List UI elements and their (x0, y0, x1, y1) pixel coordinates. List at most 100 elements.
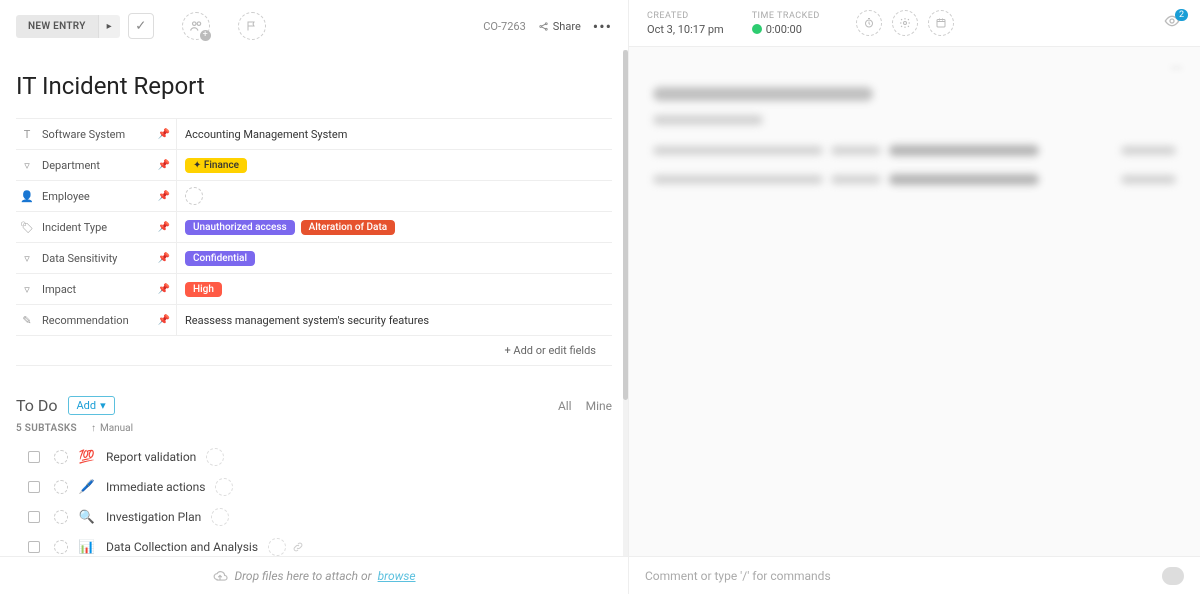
flag-icon[interactable] (238, 12, 266, 40)
share-button[interactable]: Share (538, 20, 581, 33)
subtask-emoji: 🔍 (78, 510, 96, 525)
subtask-checkbox[interactable] (28, 511, 40, 523)
tag-pill[interactable]: ✦ Finance (185, 158, 247, 173)
subtask-name[interactable]: Immediate actions (106, 480, 205, 494)
field-label: 🏷Incident Type📌 (16, 221, 176, 234)
chevron-down-icon: ▾ (100, 399, 106, 412)
new-entry-button[interactable]: NEW ENTRY (16, 15, 98, 38)
status-icon[interactable] (54, 510, 68, 524)
subtask-checkbox[interactable] (28, 481, 40, 493)
field-type-icon: T (20, 128, 34, 141)
custom-fields: TSoftware System📌Accounting Management S… (16, 118, 612, 336)
assignee-placeholder-icon[interactable] (206, 448, 224, 466)
field-value[interactable]: Accounting Management System (176, 119, 612, 149)
pin-icon[interactable]: 📌 (158, 160, 170, 171)
drop-text: Drop files here to attach or (234, 569, 371, 583)
subtask-row[interactable]: 🔍 Investigation Plan (16, 502, 612, 532)
browse-link[interactable]: browse (378, 569, 416, 583)
filter-mine[interactable]: Mine (586, 399, 612, 413)
filter-all[interactable]: All (558, 399, 572, 413)
add-label: Add (77, 399, 97, 412)
timer-icon[interactable] (856, 10, 882, 36)
field-row[interactable]: ▿Data Sensitivity📌 Confidential (16, 243, 612, 274)
share-icon (538, 21, 549, 32)
sort-icon: ↑ (91, 423, 96, 434)
status-icon[interactable] (54, 450, 68, 464)
field-type-icon: 🏷 (20, 221, 34, 234)
activity-panel (629, 47, 1200, 594)
tag-pill[interactable]: Unauthorized access (185, 220, 295, 235)
assignee-add-icon[interactable]: + (182, 12, 210, 40)
attachment-dropzone[interactable]: Drop files here to attach or browse (0, 556, 628, 594)
page-title[interactable]: IT Incident Report (0, 52, 628, 118)
new-entry-dropdown[interactable]: ▸ (98, 15, 120, 38)
status-icon[interactable] (54, 480, 68, 494)
subtask-checkbox[interactable] (28, 541, 40, 553)
comment-input[interactable]: Comment or type '/' for commands (645, 569, 831, 583)
subtask-row[interactable]: 🖊️ Immediate actions (16, 472, 612, 502)
cloud-upload-icon (212, 569, 228, 583)
field-type-icon: 👤 (20, 190, 34, 203)
time-tracked-value: 0:00:00 (766, 23, 802, 36)
pin-icon[interactable]: 📌 (158, 191, 170, 202)
field-value[interactable]: Reassess management system's security fe… (176, 305, 612, 335)
subtask-checkbox[interactable] (28, 451, 40, 463)
more-menu-icon[interactable]: ••• (593, 17, 612, 36)
field-row[interactable]: 🏷Incident Type📌 Unauthorized access Altera… (16, 212, 612, 243)
pin-icon[interactable]: 📌 (158, 284, 170, 295)
plus-icon: + (200, 30, 211, 41)
subtask-name[interactable]: Investigation Plan (106, 510, 201, 524)
play-icon[interactable] (752, 24, 762, 34)
field-type-icon: ▿ (20, 159, 34, 172)
field-value[interactable]: Unauthorized access Alteration of Data (176, 212, 612, 242)
sort-button[interactable]: ↑ Manual (91, 423, 133, 434)
add-subtask-button[interactable]: Add ▾ (68, 396, 115, 415)
mark-complete-button[interactable]: ✓ (128, 13, 154, 39)
task-id: CO-7263 (483, 20, 526, 33)
subtask-meta-icons (268, 538, 304, 556)
calendar-icon[interactable] (928, 10, 954, 36)
field-type-icon: ▿ (20, 283, 34, 296)
assignee-placeholder-icon[interactable] (185, 187, 203, 205)
field-label: TSoftware System📌 (16, 128, 176, 141)
created-label: CREATED (647, 11, 724, 21)
add-edit-fields-link[interactable]: + Add or edit fields (16, 336, 612, 366)
watchers-icon[interactable]: 2 (1162, 13, 1182, 34)
tag-pill[interactable]: High (185, 282, 222, 297)
created-value: Oct 3, 10:17 pm (647, 23, 724, 36)
watchers-count: 2 (1175, 9, 1188, 21)
field-label: ▿Department📌 (16, 159, 176, 172)
pin-icon[interactable]: 📌 (158, 129, 170, 140)
field-row[interactable]: 👤Employee📌 (16, 181, 612, 212)
time-tracked-label: TIME TRACKED (752, 11, 820, 21)
field-label: ▿Data Sensitivity📌 (16, 252, 176, 265)
subtask-emoji: 🖊️ (78, 480, 96, 495)
field-label: 👤Employee📌 (16, 190, 176, 203)
field-row[interactable]: ▿Impact📌 High (16, 274, 612, 305)
field-value[interactable] (176, 181, 612, 211)
pin-icon[interactable]: 📌 (158, 315, 170, 326)
field-value[interactable]: High (176, 274, 612, 304)
pin-icon[interactable]: 📌 (158, 222, 170, 233)
tag-pill[interactable]: Alteration of Data (301, 220, 396, 235)
field-value[interactable]: ✦ Finance (176, 150, 612, 180)
field-label: ▿Impact📌 (16, 283, 176, 296)
field-row[interactable]: ✎Recommendation📌Reassess management syst… (16, 305, 612, 336)
subtask-emoji: 📊 (78, 540, 96, 555)
send-comment-icon[interactable] (1162, 567, 1184, 585)
field-label: ✎Recommendation📌 (16, 314, 176, 327)
subtask-name[interactable]: Data Collection and Analysis (106, 540, 258, 554)
assignee-placeholder-icon[interactable] (215, 478, 233, 496)
status-icon[interactable] (54, 540, 68, 554)
field-type-icon: ✎ (20, 314, 34, 327)
subtask-name[interactable]: Report validation (106, 450, 196, 464)
assignee-placeholder-icon[interactable] (211, 508, 229, 526)
settings-icon[interactable] (892, 10, 918, 36)
subtask-emoji: 💯 (78, 450, 96, 465)
field-row[interactable]: ▿Department📌 ✦ Finance (16, 150, 612, 181)
subtask-row[interactable]: 💯 Report validation (16, 442, 612, 472)
pin-icon[interactable]: 📌 (158, 253, 170, 264)
field-row[interactable]: TSoftware System📌Accounting Management S… (16, 119, 612, 150)
field-value[interactable]: Confidential (176, 243, 612, 273)
tag-pill[interactable]: Confidential (185, 251, 255, 266)
